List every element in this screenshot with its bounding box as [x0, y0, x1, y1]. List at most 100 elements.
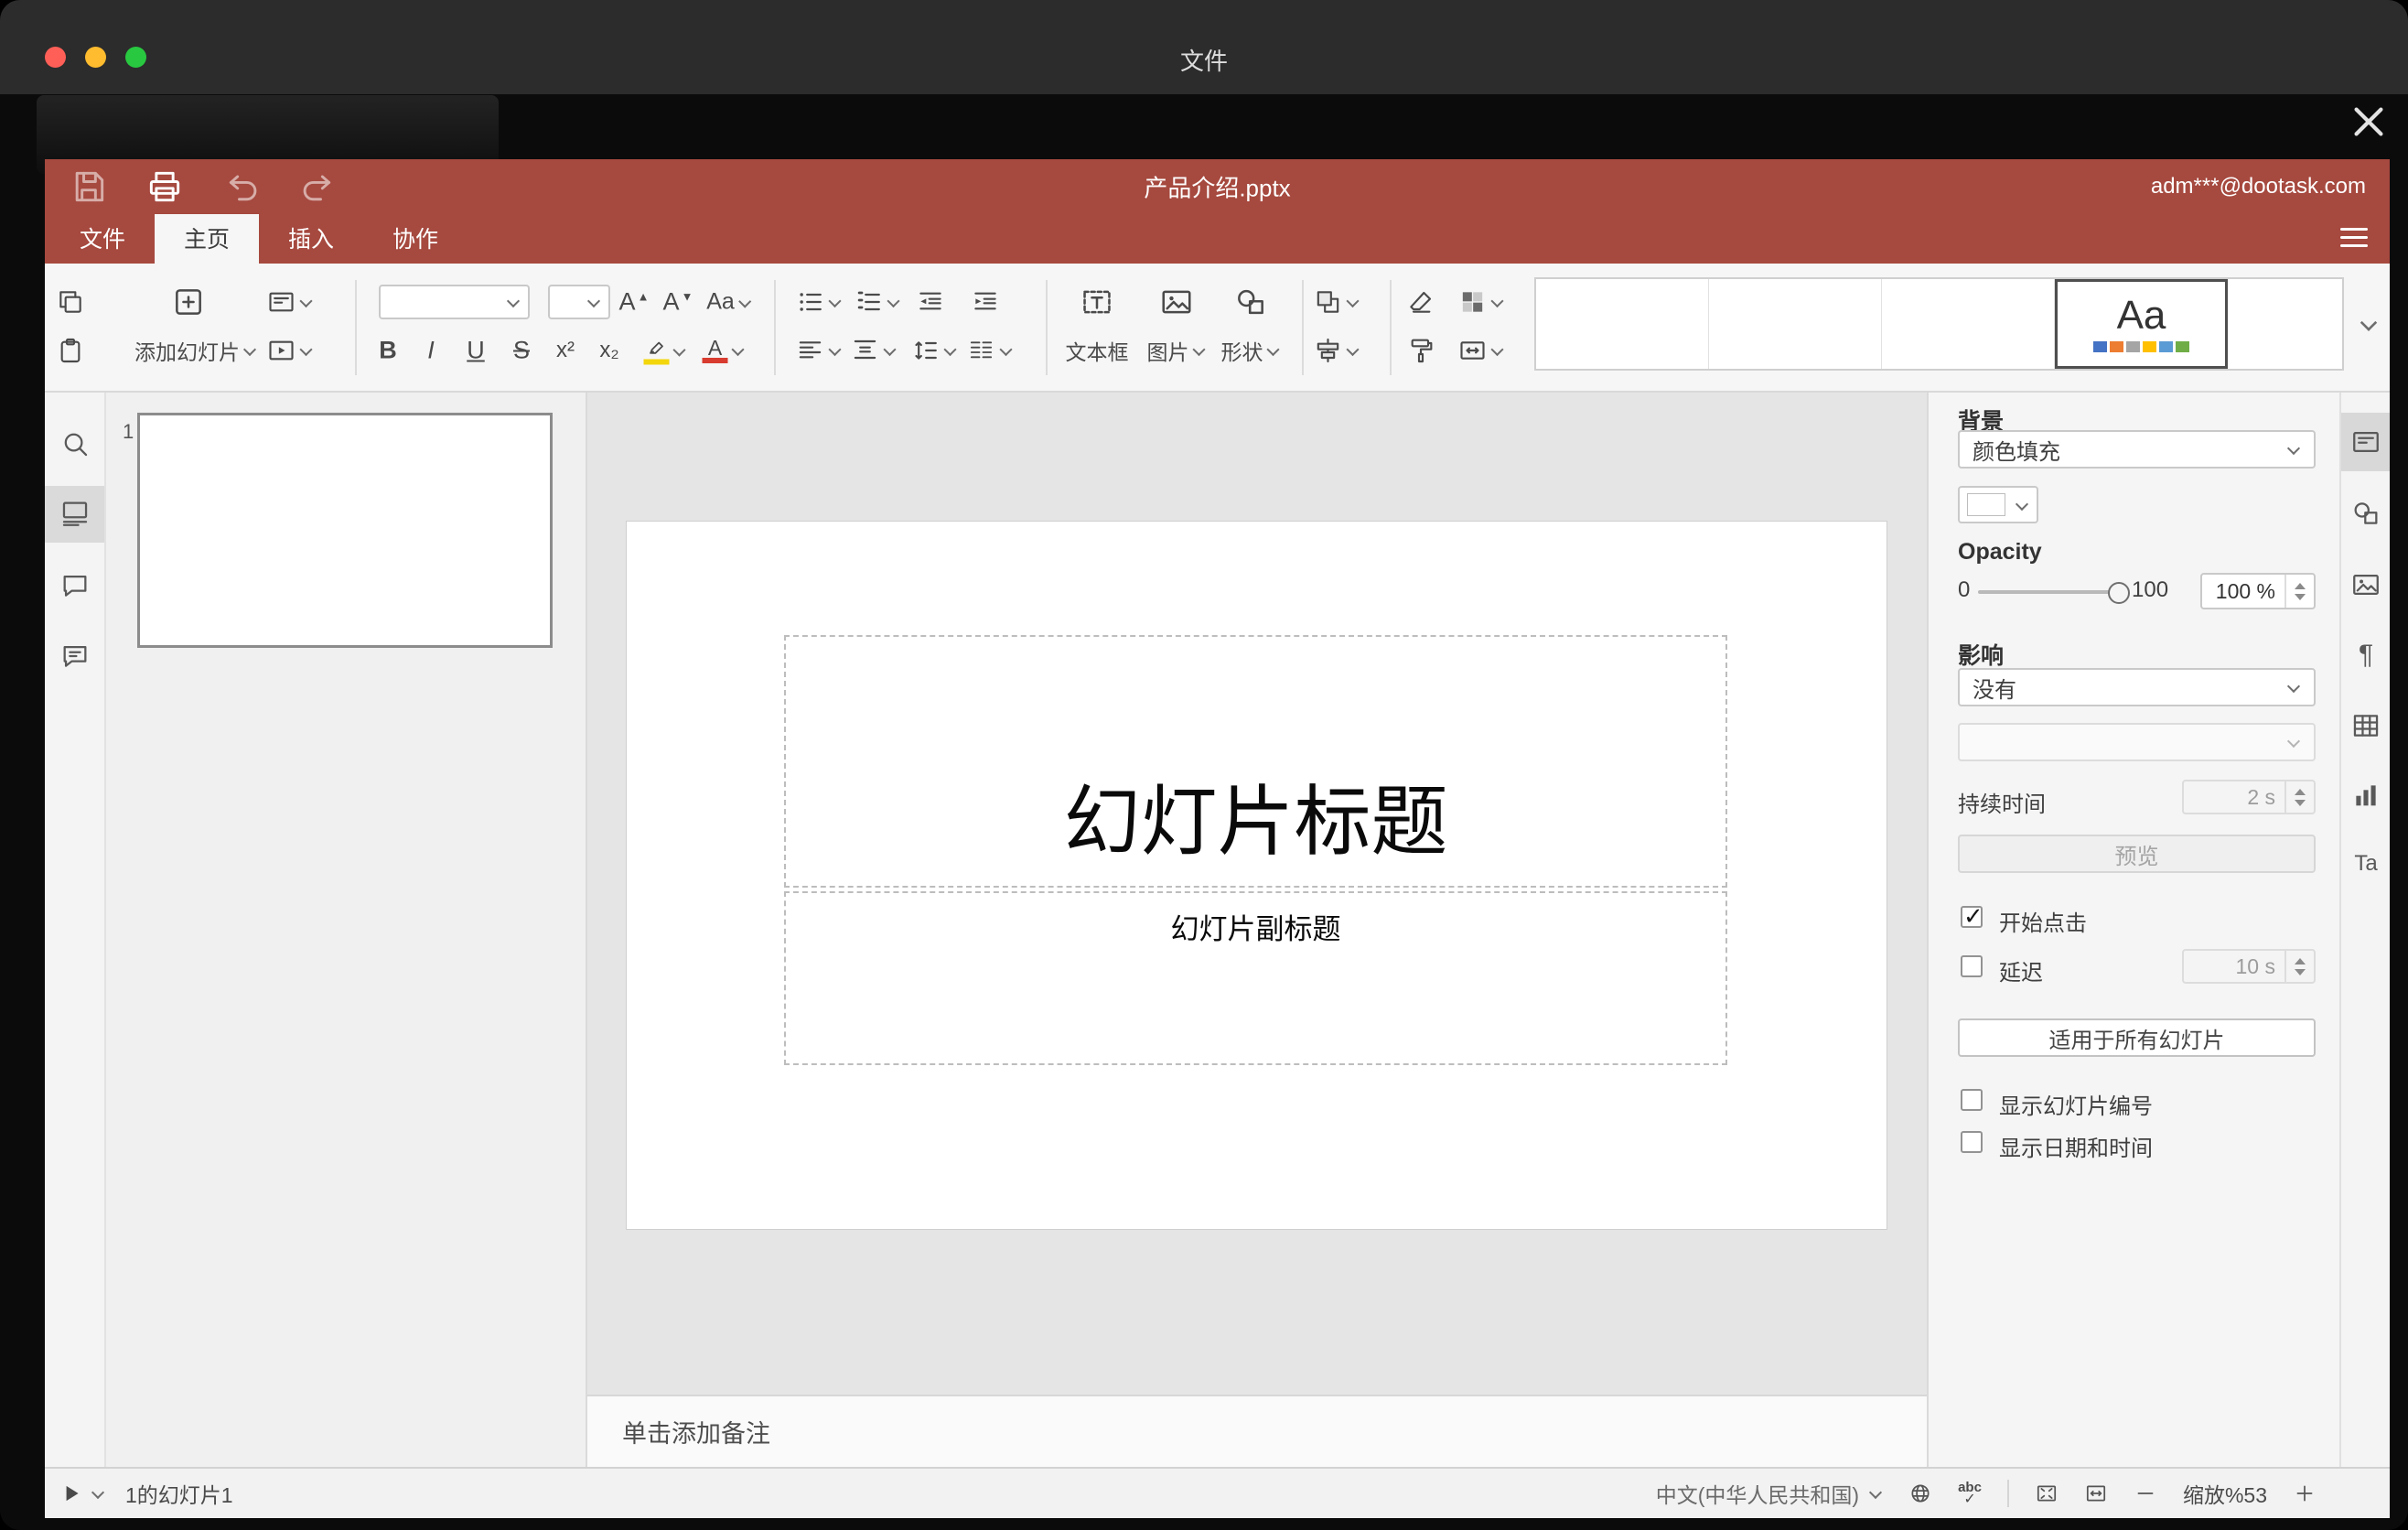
add-slide-button[interactable] [171, 285, 206, 319]
increase-font-button[interactable]: A [619, 288, 650, 317]
editor-canvas: 幻灯片标题 幻灯片副标题 [587, 393, 1927, 1395]
increase-indent-button[interactable] [971, 287, 1000, 317]
opacity-label: Opacity [1958, 539, 2042, 565]
save-icon[interactable] [69, 167, 109, 207]
shape-settings-icon[interactable] [2350, 498, 2381, 529]
spellcheck-icon[interactable]: abc ✓ [1958, 1481, 1982, 1507]
menu-icon[interactable] [2340, 222, 2368, 253]
chart-settings-icon[interactable] [2350, 780, 2381, 811]
slide-layout-button[interactable] [267, 287, 314, 317]
vertical-align-button[interactable] [851, 336, 898, 365]
show-slide-number-checkbox[interactable] [1961, 1089, 1983, 1111]
zoom-in-icon[interactable] [2293, 1482, 2317, 1505]
opacity-spinner[interactable]: 100 % [2200, 573, 2316, 609]
chat-icon[interactable] [59, 641, 91, 672]
ribbon-tabs: 文件 主页 插入 协作 [50, 214, 468, 264]
apply-to-all-slides-button[interactable]: 适用于所有幻灯片 [1958, 1018, 2316, 1057]
italic-button[interactable]: I [427, 337, 435, 365]
insert-textbox-button[interactable] [1080, 285, 1114, 319]
change-case-button[interactable]: Aa [706, 289, 752, 316]
underline-button[interactable]: U [467, 337, 485, 365]
slides-panel-icon[interactable] [59, 498, 91, 529]
copy-button[interactable] [56, 287, 85, 317]
font-color-button[interactable]: A [702, 338, 746, 363]
table-settings-icon[interactable] [2350, 710, 2381, 741]
insert-shape-label[interactable]: 形状 [1221, 335, 1281, 366]
paragraph-settings-icon[interactable]: ¶ [2350, 640, 2381, 671]
decrease-font-button[interactable]: A [663, 288, 693, 317]
theme-item[interactable] [1536, 279, 1709, 369]
columns-button[interactable] [967, 336, 1014, 365]
zoom-out-icon[interactable] [2134, 1482, 2157, 1505]
close-icon[interactable] [2348, 101, 2390, 143]
paste-button[interactable] [56, 336, 85, 365]
copy-style-button[interactable] [1406, 336, 1435, 365]
background-color-swatch[interactable] [1958, 486, 2038, 523]
columns-icon [967, 336, 996, 365]
tab-insert[interactable]: 插入 [259, 214, 363, 264]
insert-image-label[interactable]: 图片 [1147, 335, 1207, 366]
paste-icon [56, 336, 85, 365]
slide-canvas[interactable]: 幻灯片标题 幻灯片副标题 [627, 522, 1887, 1229]
theme-gallery-expand-button[interactable] [2361, 318, 2376, 330]
text-art-settings-icon[interactable]: Ta [2350, 848, 2381, 879]
language-selector[interactable]: 中文(中华人民共和国) [1656, 1478, 1859, 1509]
insert-image-button[interactable] [1159, 285, 1194, 319]
tab-home[interactable]: 主页 [155, 214, 260, 264]
effect-label: 影响 [1958, 643, 2005, 669]
superscript-button[interactable]: x² [556, 338, 575, 363]
subscript-button[interactable]: x₂ [599, 338, 618, 363]
numbered-list-icon [855, 287, 884, 317]
opacity-slider-track[interactable] [1978, 590, 2129, 594]
redo-icon[interactable] [296, 167, 336, 207]
align-shape-button[interactable] [1314, 336, 1360, 365]
start-preview-icon[interactable] [59, 1482, 83, 1505]
slide-size-button[interactable] [1458, 336, 1505, 365]
background-fill-select[interactable]: 颜色填充 [1958, 430, 2316, 469]
chevron-down-icon [883, 344, 898, 357]
decrease-indent-button[interactable] [916, 287, 945, 317]
start-slideshow-button[interactable] [267, 336, 314, 365]
show-date-time-checkbox[interactable] [1961, 1131, 1983, 1153]
effect-select[interactable]: 没有 [1958, 668, 2316, 706]
add-slide-label[interactable]: 添加幻灯片 [134, 335, 257, 366]
add-slide-icon [171, 285, 206, 319]
theme-item[interactable] [1882, 279, 2055, 369]
comments-icon[interactable] [59, 570, 91, 601]
undo-icon[interactable] [224, 167, 264, 207]
theme-item-selected[interactable]: Aa [2055, 279, 2228, 369]
fit-width-icon[interactable] [2084, 1482, 2108, 1505]
tab-file[interactable]: 文件 [50, 214, 155, 264]
delay-checkbox[interactable] [1961, 955, 1983, 977]
globe-icon[interactable] [1908, 1482, 1932, 1505]
slide-settings-icon[interactable] [2350, 426, 2381, 458]
search-icon[interactable] [59, 428, 91, 459]
font-name-combo[interactable] [379, 285, 530, 319]
strikeout-button[interactable]: S [513, 337, 530, 365]
insert-shape-button[interactable] [1233, 285, 1268, 319]
title-placeholder[interactable]: 幻灯片标题 [784, 635, 1727, 888]
line-spacing-button[interactable] [911, 336, 958, 365]
tab-collaboration[interactable]: 协作 [363, 214, 468, 264]
shape-fill-button[interactable] [1458, 287, 1505, 317]
subtitle-placeholder[interactable]: 幻灯片副标题 [784, 891, 1727, 1065]
bold-button[interactable]: B [379, 337, 397, 365]
numbered-list-button[interactable] [855, 287, 901, 317]
chevron-down-icon[interactable] [91, 1487, 105, 1500]
clear-style-button[interactable] [1406, 287, 1435, 317]
print-icon[interactable] [145, 167, 185, 207]
fit-slide-icon[interactable] [2035, 1482, 2059, 1505]
theme-item[interactable] [1709, 279, 1882, 369]
start-on-click-checkbox[interactable] [1961, 902, 1983, 931]
notes-area[interactable]: 单击添加备注 [587, 1395, 1927, 1467]
highlight-color-button[interactable] [643, 337, 687, 365]
opacity-slider-knob[interactable] [2108, 582, 2130, 604]
spinner-arrows-icon[interactable] [2284, 575, 2314, 608]
image-settings-icon[interactable] [2350, 569, 2381, 600]
insert-textbox-label[interactable]: 文本框 [1066, 335, 1129, 366]
font-size-combo[interactable] [548, 285, 610, 319]
slide-thumbnail[interactable] [137, 413, 553, 648]
horizontal-align-button[interactable] [796, 336, 843, 365]
bullet-list-button[interactable] [796, 287, 843, 317]
arrange-shape-button[interactable] [1314, 287, 1360, 317]
